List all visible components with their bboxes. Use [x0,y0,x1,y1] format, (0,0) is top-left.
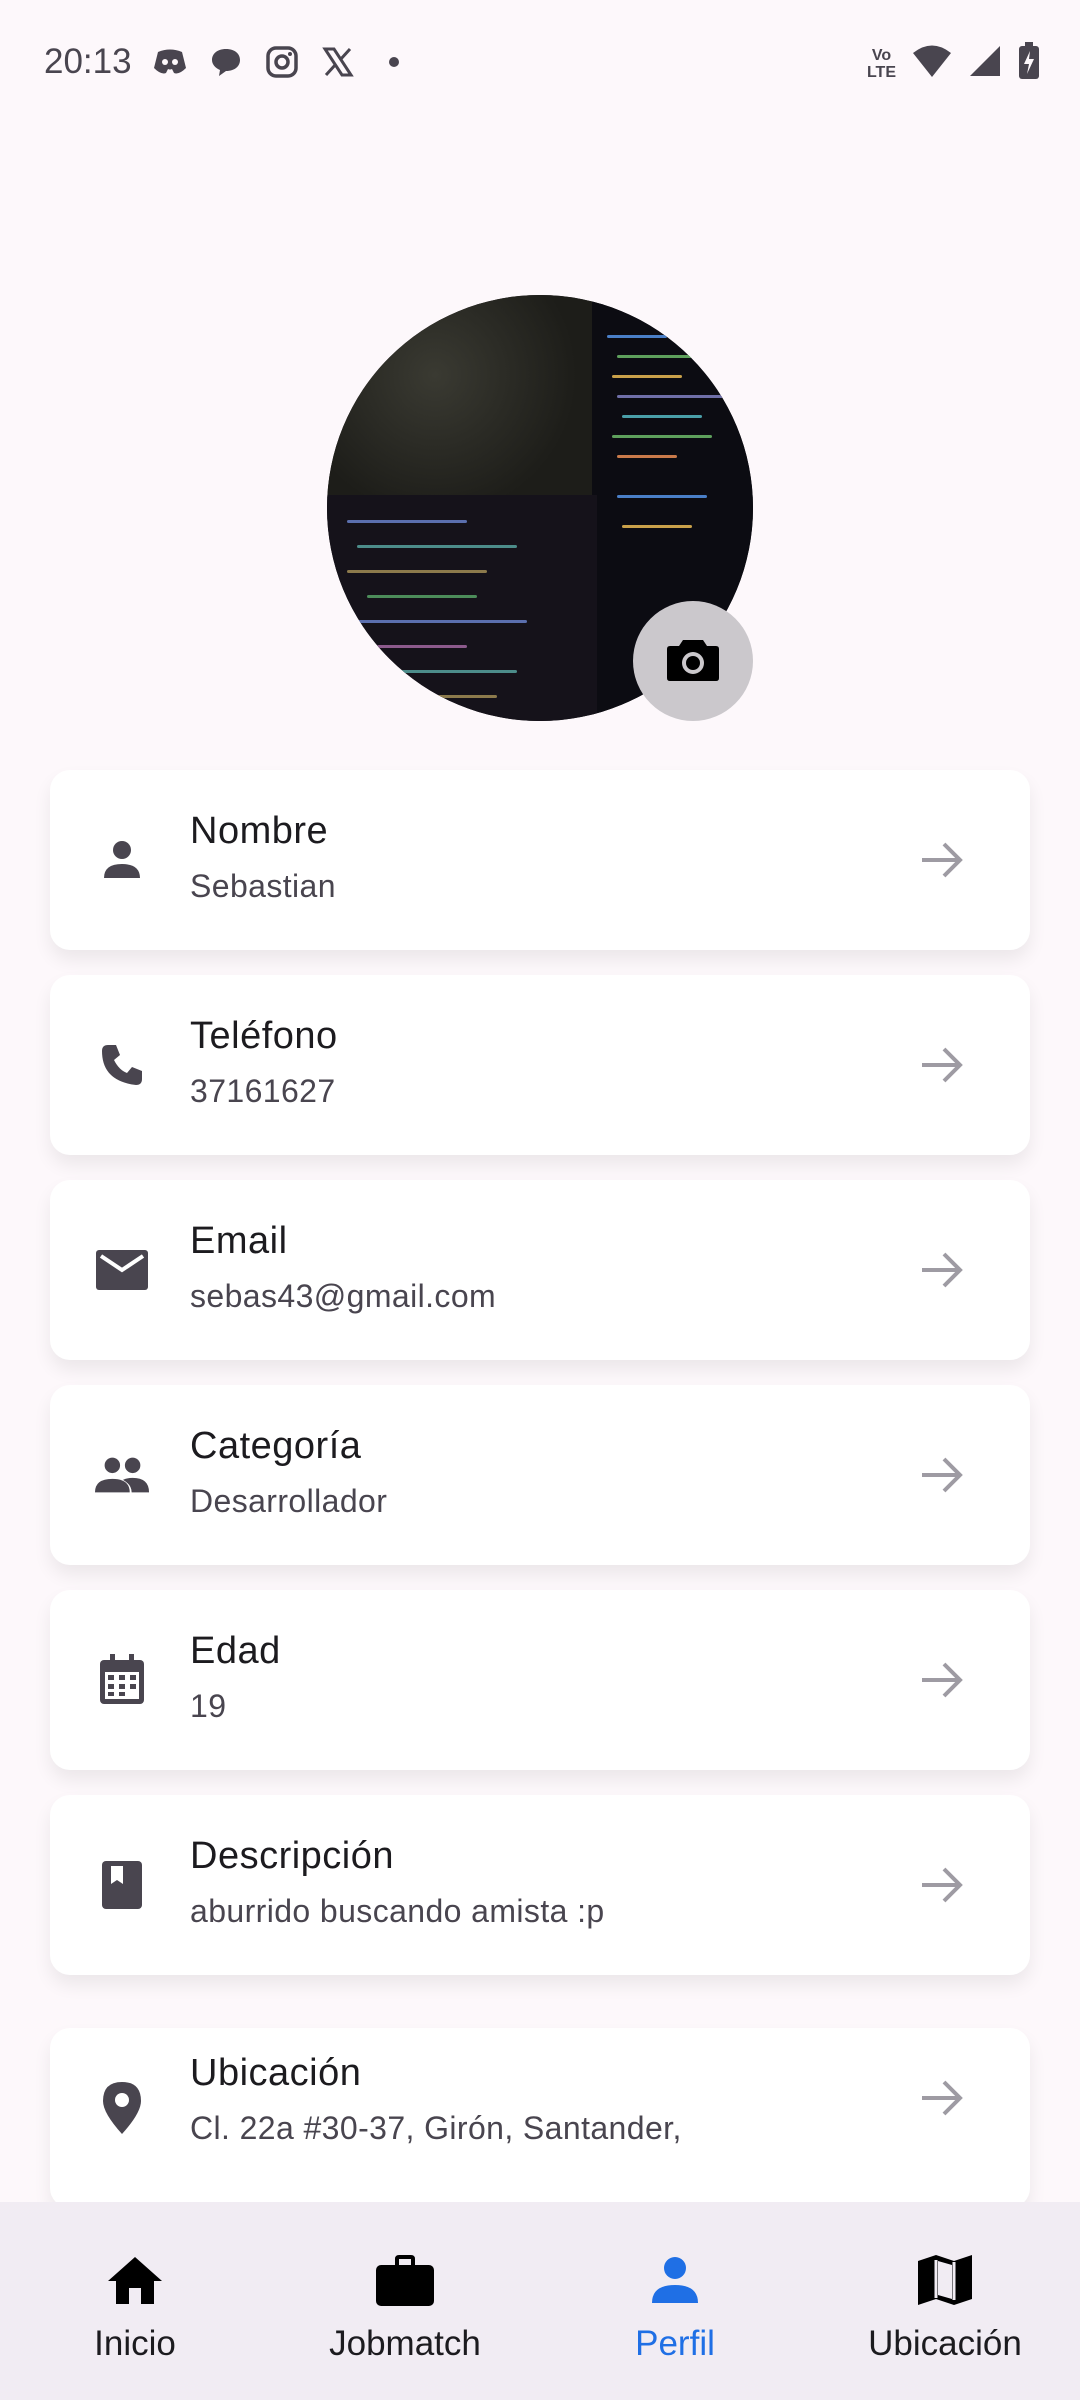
group-icon [94,1447,150,1503]
person-icon [645,2250,705,2310]
field-card-email[interactable]: Email sebas43@gmail.com [50,1180,1030,1360]
x-icon [320,44,356,80]
bottom-navigation: Inicio Jobmatch Perfil Ubicación [0,2202,1080,2400]
nav-item-inicio[interactable]: Inicio [0,2202,270,2400]
person-icon [94,832,150,888]
arrow-right-icon[interactable] [918,1656,966,1704]
field-title: Descripción [190,1835,395,1877]
nav-item-ubicacion[interactable]: Ubicación [810,2202,1080,2400]
field-value: sebas43@gmail.com [190,1278,497,1314]
field-title: Teléfono [190,1015,338,1057]
instagram-icon [264,44,300,80]
status-time: 20:13 [44,42,132,81]
chat-icon [208,44,244,80]
book-icon [94,1857,150,1913]
nav-label: Perfil [635,2324,715,2363]
change-photo-button[interactable] [633,601,753,721]
map-icon [915,2250,975,2310]
field-card-ubicacion[interactable]: Ubicación Cl. 22a #30-37, Girón, Santand… [50,2028,1030,2208]
notification-icons [152,44,412,80]
signal-icon [968,44,1002,83]
field-value: Cl. 22a #30-37, Girón, Santander, [190,2110,682,2146]
arrow-right-icon[interactable] [918,1451,966,1499]
location-pin-icon [94,2080,150,2136]
arrow-right-icon[interactable] [918,1246,966,1294]
dot-icon [376,44,412,80]
system-icons: Vo LTE [867,42,1040,85]
field-value: Sebastian [190,868,336,904]
phone-icon [94,1037,150,1093]
home-icon [105,2250,165,2310]
wifi-icon [912,44,952,83]
field-value: aburrido buscando amista :p [190,1893,605,1929]
field-title: Edad [190,1630,281,1672]
field-title: Ubicación [190,2052,362,2094]
nav-item-jobmatch[interactable]: Jobmatch [270,2202,540,2400]
field-card-telefono[interactable]: Teléfono 37161627 [50,975,1030,1155]
briefcase-icon [375,2250,435,2310]
arrow-right-icon[interactable] [918,1041,966,1089]
field-value: 19 [190,1688,227,1724]
field-title: Categoría [190,1425,362,1467]
battery-icon [1018,42,1040,85]
profile-photo-area [327,295,753,721]
discord-icon [152,44,188,80]
arrow-right-icon[interactable] [918,2074,966,2122]
nav-label: Inicio [94,2324,176,2363]
field-card-nombre[interactable]: Nombre Sebastian [50,770,1030,950]
field-value: Desarrollador [190,1483,388,1519]
volte-indicator: Vo LTE [866,46,896,81]
nav-label: Ubicación [868,2324,1022,2363]
calendar-icon [94,1652,150,1708]
arrow-right-icon[interactable] [918,1861,966,1909]
field-card-edad[interactable]: Edad 19 [50,1590,1030,1770]
field-card-descripcion[interactable]: Descripción aburrido buscando amista :p [50,1795,1030,1975]
field-title: Email [190,1220,288,1262]
nav-item-perfil[interactable]: Perfil [540,2202,810,2400]
camera-icon [666,636,720,687]
field-card-categoria[interactable]: Categoría Desarrollador [50,1385,1030,1565]
field-title: Nombre [190,810,329,852]
field-value: 37161627 [190,1073,336,1109]
status-bar: 20:13 Vo LTE [0,0,1080,126]
nav-label: Jobmatch [329,2324,481,2363]
email-icon [94,1242,150,1298]
arrow-right-icon[interactable] [918,836,966,884]
